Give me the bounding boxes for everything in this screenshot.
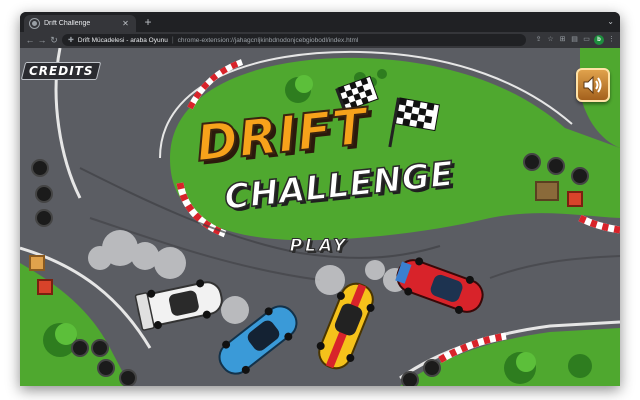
toolbar-actions: ⇪ ☆ ⊞ ▤ ▭ b ⋮ [534, 34, 616, 46]
kebab-menu-icon[interactable]: ⋮ [607, 34, 616, 46]
extensions-icon[interactable]: ⊞ [558, 34, 567, 46]
wooden-crate [535, 181, 559, 201]
tree [568, 354, 592, 378]
omnibox-separator: | [171, 36, 174, 44]
browser-toolbar: ← → ↻ ✚ Drift Mücadelesi - araba Oyunu |… [20, 32, 620, 48]
browser-window: Drift Challenge ✕ + ⌄ ← → ↻ ✚ Drift Müca… [20, 12, 620, 386]
speaker-icon [583, 75, 602, 95]
credits-button[interactable]: CREDITS [20, 62, 102, 80]
globe-icon [30, 19, 39, 28]
tab-title: Drift Challenge [44, 20, 91, 27]
traffic-cone-box [37, 279, 53, 295]
profile-avatar[interactable]: b [594, 35, 604, 45]
chevron-down-icon[interactable]: ⌄ [607, 17, 614, 26]
tree [504, 352, 536, 384]
close-icon[interactable]: ✕ [121, 19, 130, 28]
share-icon[interactable]: ⇪ [534, 34, 543, 46]
game-title-logo: DRIFT CHALLENGE [188, 96, 456, 226]
tab-strip: Drift Challenge ✕ + ⌄ [20, 12, 620, 32]
address-bar[interactable]: ✚ Drift Mücadelesi - araba Oyunu | chrom… [62, 34, 526, 46]
back-arrow-icon[interactable]: ← [24, 34, 36, 46]
new-tab-button[interactable]: + [142, 15, 154, 29]
star-icon[interactable]: ☆ [546, 34, 555, 46]
traffic-cone-box [567, 191, 583, 207]
forward-arrow-icon[interactable]: → [36, 34, 48, 46]
split-view-icon[interactable]: ▭ [582, 34, 591, 46]
wooden-crate [29, 255, 45, 271]
sound-toggle-button[interactable] [576, 68, 610, 102]
title-drift: DRIFT [192, 96, 371, 174]
omnibox-page-title: Drift Mücadelesi - araba Oyunu [77, 36, 168, 44]
play-button[interactable]: PLAY [274, 234, 364, 258]
play-label: PLAY [289, 236, 349, 257]
credits-label: CREDITS [28, 64, 94, 78]
omnibox-url: chrome-extension://jahagcnljkinbdnodonjc… [177, 36, 359, 44]
extension-puzzle-icon: ✚ [68, 37, 74, 44]
game-viewport: CREDITS DRIFT CHALLENGE PLAY [20, 48, 620, 386]
browser-tab[interactable]: Drift Challenge ✕ [24, 15, 136, 32]
reload-icon[interactable]: ↻ [48, 34, 60, 46]
reading-list-icon[interactable]: ▤ [570, 34, 579, 46]
